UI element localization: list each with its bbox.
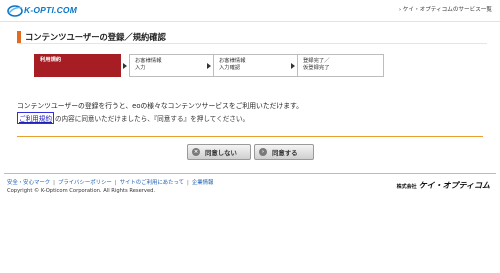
brand-name: ケイ・オプティコム: [418, 181, 490, 190]
terms-instruction: ご利用規約 の内容に同意いただけましたら、『同意する』を押してください。: [17, 112, 249, 124]
divider: [17, 136, 483, 137]
footer-divider: [4, 173, 496, 174]
arrow-right-icon: ›: [259, 148, 267, 156]
terms-instruction-text: の内容に同意いただけましたら、『同意する』を押してください。: [54, 115, 250, 123]
logo-swoosh-icon: [7, 5, 23, 17]
step-label: お客様情報 入力確認: [219, 58, 246, 71]
site-logo[interactable]: K-OPTI.COM: [7, 3, 77, 19]
title-accent-bar: [17, 31, 21, 43]
intro-text: コンテンツユーザーの登録を行うと、eoの様々なコンテンツサービスをご利用いただけ…: [17, 102, 303, 110]
step-arrow-icon: [123, 63, 127, 69]
step-terms: 利用規約: [34, 54, 121, 77]
footer-link-safety[interactable]: 安全・安心マーク: [7, 180, 50, 186]
footer-links: 安全・安心マーク | プライバシーポリシー | サイトのご利用にあたって | 企業情報: [7, 180, 214, 186]
disagree-button[interactable]: × 同意しない: [187, 144, 251, 160]
step-label: お客様情報 入力: [135, 58, 162, 71]
step-info-confirm: お客様情報 入力確認: [213, 54, 300, 77]
logo-text: K-OPTI.COM: [24, 5, 77, 15]
service-list-link[interactable]: › ケイ・オプティコムのサービス一覧: [399, 5, 492, 13]
step-label: 利用規約: [40, 57, 62, 63]
disagree-button-label: 同意しない: [205, 149, 237, 157]
site-header: K-OPTI.COM › ケイ・オプティコムのサービス一覧: [0, 0, 500, 22]
brand-prefix: 株式会社: [396, 184, 417, 190]
page-title: コンテンツユーザーの登録／規約確認: [17, 30, 487, 44]
close-icon: ×: [192, 148, 200, 156]
agree-button[interactable]: › 同意する: [254, 144, 314, 160]
step-customer-info: お客様情報 入力: [129, 54, 216, 77]
step-complete: 登録完了／ 仮登録完了: [297, 54, 384, 77]
footer-link-privacy[interactable]: プライバシーポリシー: [58, 180, 112, 186]
step-arrow-icon: [207, 63, 211, 69]
agree-button-label: 同意する: [272, 149, 298, 157]
company-brand: 株式会社 ケイ・オプティコム: [397, 180, 490, 191]
step-arrow-icon: [291, 63, 295, 69]
copyright: Copyright © K-Opticom Corporation. All R…: [7, 188, 156, 194]
page-title-text: コンテンツユーザーの登録／規約確認: [25, 32, 166, 42]
terms-link[interactable]: ご利用規約: [17, 112, 54, 124]
footer-link-company[interactable]: 企業情報: [192, 180, 214, 186]
step-label: 登録完了／ 仮登録完了: [303, 58, 330, 71]
footer-link-site-usage[interactable]: サイトのご利用にあたって: [120, 180, 184, 186]
